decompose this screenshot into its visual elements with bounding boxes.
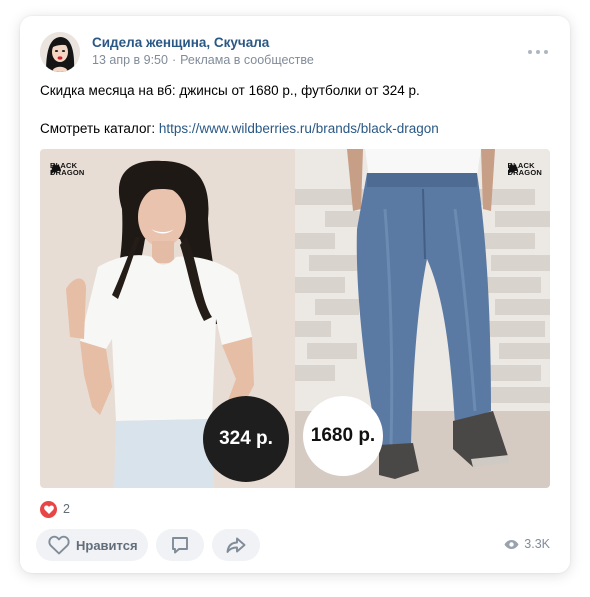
- post-actions: Нравится: [36, 529, 260, 561]
- views-count: 3.3K: [524, 537, 550, 551]
- comment-button[interactable]: [156, 529, 204, 561]
- heart-icon: [40, 500, 57, 518]
- meta-separator: ·: [171, 53, 177, 67]
- tshirt-photo[interactable]: Black Dragon 324 р.: [40, 149, 295, 488]
- tshirt-price-badge: 324 р.: [203, 396, 289, 482]
- post-card: Сидела женщина, Скучала 13 апр в 9:50 · Ре…: [20, 16, 570, 573]
- jeans-photo[interactable]: Black Dragon 1680 р.: [295, 149, 550, 488]
- likes-count: 2: [63, 502, 70, 516]
- views-counter: 3.3K: [504, 537, 550, 551]
- post-header: Сидела женщина, Скучала 13 апр в 9:50 · Ре…: [40, 32, 550, 72]
- catalog-link[interactable]: https://www.wildberries.ru/brands/black-…: [159, 121, 439, 136]
- eye-icon: [504, 539, 519, 549]
- dragon-logo-icon: [508, 163, 519, 175]
- reactions-summary[interactable]: 2: [40, 500, 70, 518]
- author-name[interactable]: Сидела женщина, Скучала: [92, 35, 269, 50]
- comment-icon: [172, 537, 188, 554]
- catalog-label: Смотреть каталог:: [40, 121, 159, 136]
- post-meta: 13 апр в 9:50 · Реклама в сообществе: [92, 53, 314, 67]
- post-text: Скидка месяца на вб: джинсы от 1680 р., …: [40, 81, 550, 138]
- brand-logo: Black Dragon: [50, 162, 85, 177]
- post-date[interactable]: 13 апр в 9:50: [92, 53, 168, 67]
- share-button[interactable]: [212, 529, 260, 561]
- more-dots-icon[interactable]: [528, 44, 548, 60]
- post-catalog-line: Смотреть каталог: https://www.wildberrie…: [40, 119, 550, 138]
- share-icon: [226, 537, 246, 553]
- like-button[interactable]: Нравится: [36, 529, 148, 561]
- heart-outline-icon: [48, 535, 70, 555]
- jeans-price-badge: 1680 р.: [303, 396, 383, 476]
- dragon-logo-icon: [51, 163, 61, 175]
- ad-label[interactable]: Реклама в сообществе: [180, 53, 314, 67]
- brand-logo: Black Dragon: [507, 162, 542, 177]
- author-avatar[interactable]: [40, 32, 80, 72]
- like-label: Нравится: [76, 537, 138, 553]
- post-media[interactable]: Black Dragon 324 р.: [40, 149, 550, 488]
- post-text-line: Скидка месяца на вб: джинсы от 1680 р., …: [40, 83, 420, 98]
